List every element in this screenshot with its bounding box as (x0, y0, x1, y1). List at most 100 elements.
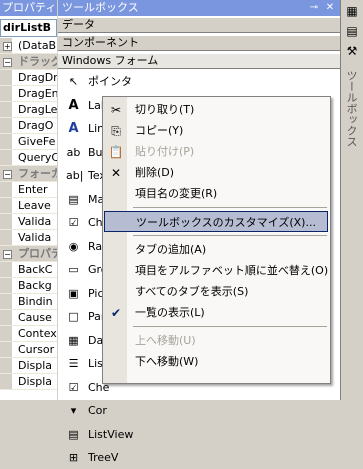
toolbox-item[interactable]: ▾ Cor (58, 399, 340, 422)
treeview-icon: ⊞ (68, 451, 79, 464)
listbox-icon: ☰ (68, 357, 79, 370)
menu-separator (133, 207, 327, 208)
mainmenu-icon: ▤ (68, 192, 79, 206)
property-row[interactable]: DragO (0, 118, 57, 134)
property-gutter (0, 278, 12, 293)
delete-icon: ✕ (110, 166, 122, 180)
menu-item[interactable]: ツールボックスのカスタマイズ(X)... (104, 211, 328, 232)
menu-item[interactable]: ⎘ コピー(Y) (104, 120, 328, 141)
property-gutter (0, 134, 12, 149)
property-name: QueryC (18, 151, 57, 164)
property-name: DragEn (18, 87, 57, 100)
property-name: ドラッグ (18, 55, 57, 68)
property-row[interactable]: Backg (0, 278, 57, 294)
property-row[interactable]: DragEn (0, 86, 57, 102)
property-row[interactable]: Bindin (0, 294, 57, 310)
property-row[interactable]: Valida (0, 230, 57, 246)
property-name: GiveFe (18, 135, 56, 148)
property-name: プロパティ (18, 247, 57, 260)
menu-item[interactable]: ✔ 一覧の表示(L) (104, 302, 328, 323)
right-dock: ▦ ▤ ⚒ (340, 0, 363, 400)
menu-item-label: 一覧の表示(L) (135, 306, 205, 319)
property-name: Displa (18, 375, 53, 388)
property-row[interactable]: Cause (0, 310, 57, 326)
collapse-icon[interactable]: − (3, 58, 12, 67)
toolbox-item[interactable]: ⊞ TreeV (58, 446, 340, 469)
button-icon: ab (66, 145, 81, 159)
property-row[interactable]: Enter (0, 182, 57, 198)
pointer-icon: ↖ (68, 75, 79, 88)
property-name: Cause (18, 311, 52, 324)
property-category[interactable]: −フォーカ (0, 166, 57, 182)
scissors-icon: ✂ (110, 103, 122, 117)
property-row[interactable]: Cursor (0, 342, 57, 358)
menu-item[interactable]: タブの追加(A) (104, 239, 328, 260)
property-gutter (0, 310, 12, 325)
property-gutter (0, 262, 12, 277)
expand-icon[interactable]: + (3, 42, 12, 51)
property-gutter (0, 294, 12, 309)
menu-item-label: 項目名の変更(R) (135, 187, 218, 200)
toolbox-item-label: TreeV (88, 451, 119, 464)
toolbox-item[interactable]: ↖ ポインタ (58, 70, 340, 93)
menu-item-label: 切り取り(T) (135, 103, 195, 116)
properties-icon[interactable]: ▤ (345, 24, 359, 38)
menu-item[interactable]: すべてのタブを表示(S) (104, 281, 328, 302)
toolbox-item-label: Lis (88, 357, 103, 370)
property-row[interactable]: QueryC (0, 150, 57, 166)
property-gutter (0, 70, 12, 85)
property-row[interactable]: GiveFe (0, 134, 57, 150)
toolbox-tab[interactable]: Windows フォーム (58, 53, 340, 69)
property-row[interactable]: DragDr (0, 70, 57, 86)
listview-icon: ▤ (68, 427, 79, 441)
pin-icon[interactable]: ⊸ (308, 2, 320, 14)
property-row[interactable]: DragLe (0, 102, 57, 118)
property-gutter (0, 102, 12, 117)
menu-item[interactable]: 下へ移動(W) (104, 351, 328, 372)
collapse-icon[interactable]: − (3, 170, 12, 179)
property-row[interactable]: Leave (0, 198, 57, 214)
server-explorer-icon[interactable]: ▦ (345, 4, 359, 18)
toolbox-tab[interactable]: データ (58, 17, 340, 33)
property-row[interactable]: Valida (0, 214, 57, 230)
radiobutton-icon: ◉ (68, 239, 79, 253)
property-row[interactable]: + (DataB (0, 38, 57, 54)
menu-item-label: 貼り付け(P) (135, 145, 195, 158)
toolbox-titlebar: ツールボックス ⊸ ✕ (58, 0, 340, 16)
property-row[interactable]: Displa (0, 374, 57, 390)
check-icon: ✔ (110, 306, 122, 320)
property-gutter (0, 214, 12, 229)
checkbox-icon: ☑ (68, 216, 79, 229)
property-row[interactable]: Contex (0, 326, 57, 342)
menu-item[interactable]: 項目をアルファベット順に並べ替え(O) (104, 260, 328, 281)
property-category[interactable]: −プロパティ (0, 246, 57, 262)
close-icon[interactable]: ✕ (324, 2, 336, 14)
property-gutter (0, 150, 12, 165)
toolbox-title: ツールボックス (62, 1, 139, 14)
property-row[interactable]: Displa (0, 358, 57, 374)
object-selector[interactable]: dirListB (0, 19, 57, 37)
property-name: Leave (18, 199, 51, 212)
toolbox-dock-tab[interactable]: ツールボックス (343, 70, 359, 160)
toolbox-item-label: Cor (88, 404, 107, 417)
menu-item[interactable]: ✕ 削除(D) (104, 162, 328, 183)
property-name: Enter (18, 183, 48, 196)
toolbox-item[interactable]: ▤ ListView (58, 423, 340, 446)
groupbox-icon: ▭ (68, 263, 79, 276)
panel-icon: □ (68, 310, 79, 323)
collapse-icon[interactable]: − (3, 250, 12, 259)
label-icon: A (68, 97, 79, 113)
property-name: DragLe (18, 103, 57, 116)
toolbox-tab[interactable]: コンポーネント (58, 35, 340, 51)
menu-item[interactable]: 項目名の変更(R) (104, 183, 328, 204)
menu-item[interactable]: ✂ 切り取り(T) (104, 99, 328, 120)
property-name: フォーカ (18, 167, 57, 180)
property-name: Bindin (18, 295, 53, 308)
property-gutter (0, 118, 12, 133)
menu-item-label: 削除(D) (135, 166, 175, 179)
property-gutter (0, 342, 12, 357)
property-row[interactable]: BackC (0, 262, 57, 278)
toolbox-item-label: ListView (88, 427, 134, 441)
property-category[interactable]: −ドラッグ (0, 54, 57, 70)
toolbox-icon[interactable]: ⚒ (345, 44, 359, 58)
